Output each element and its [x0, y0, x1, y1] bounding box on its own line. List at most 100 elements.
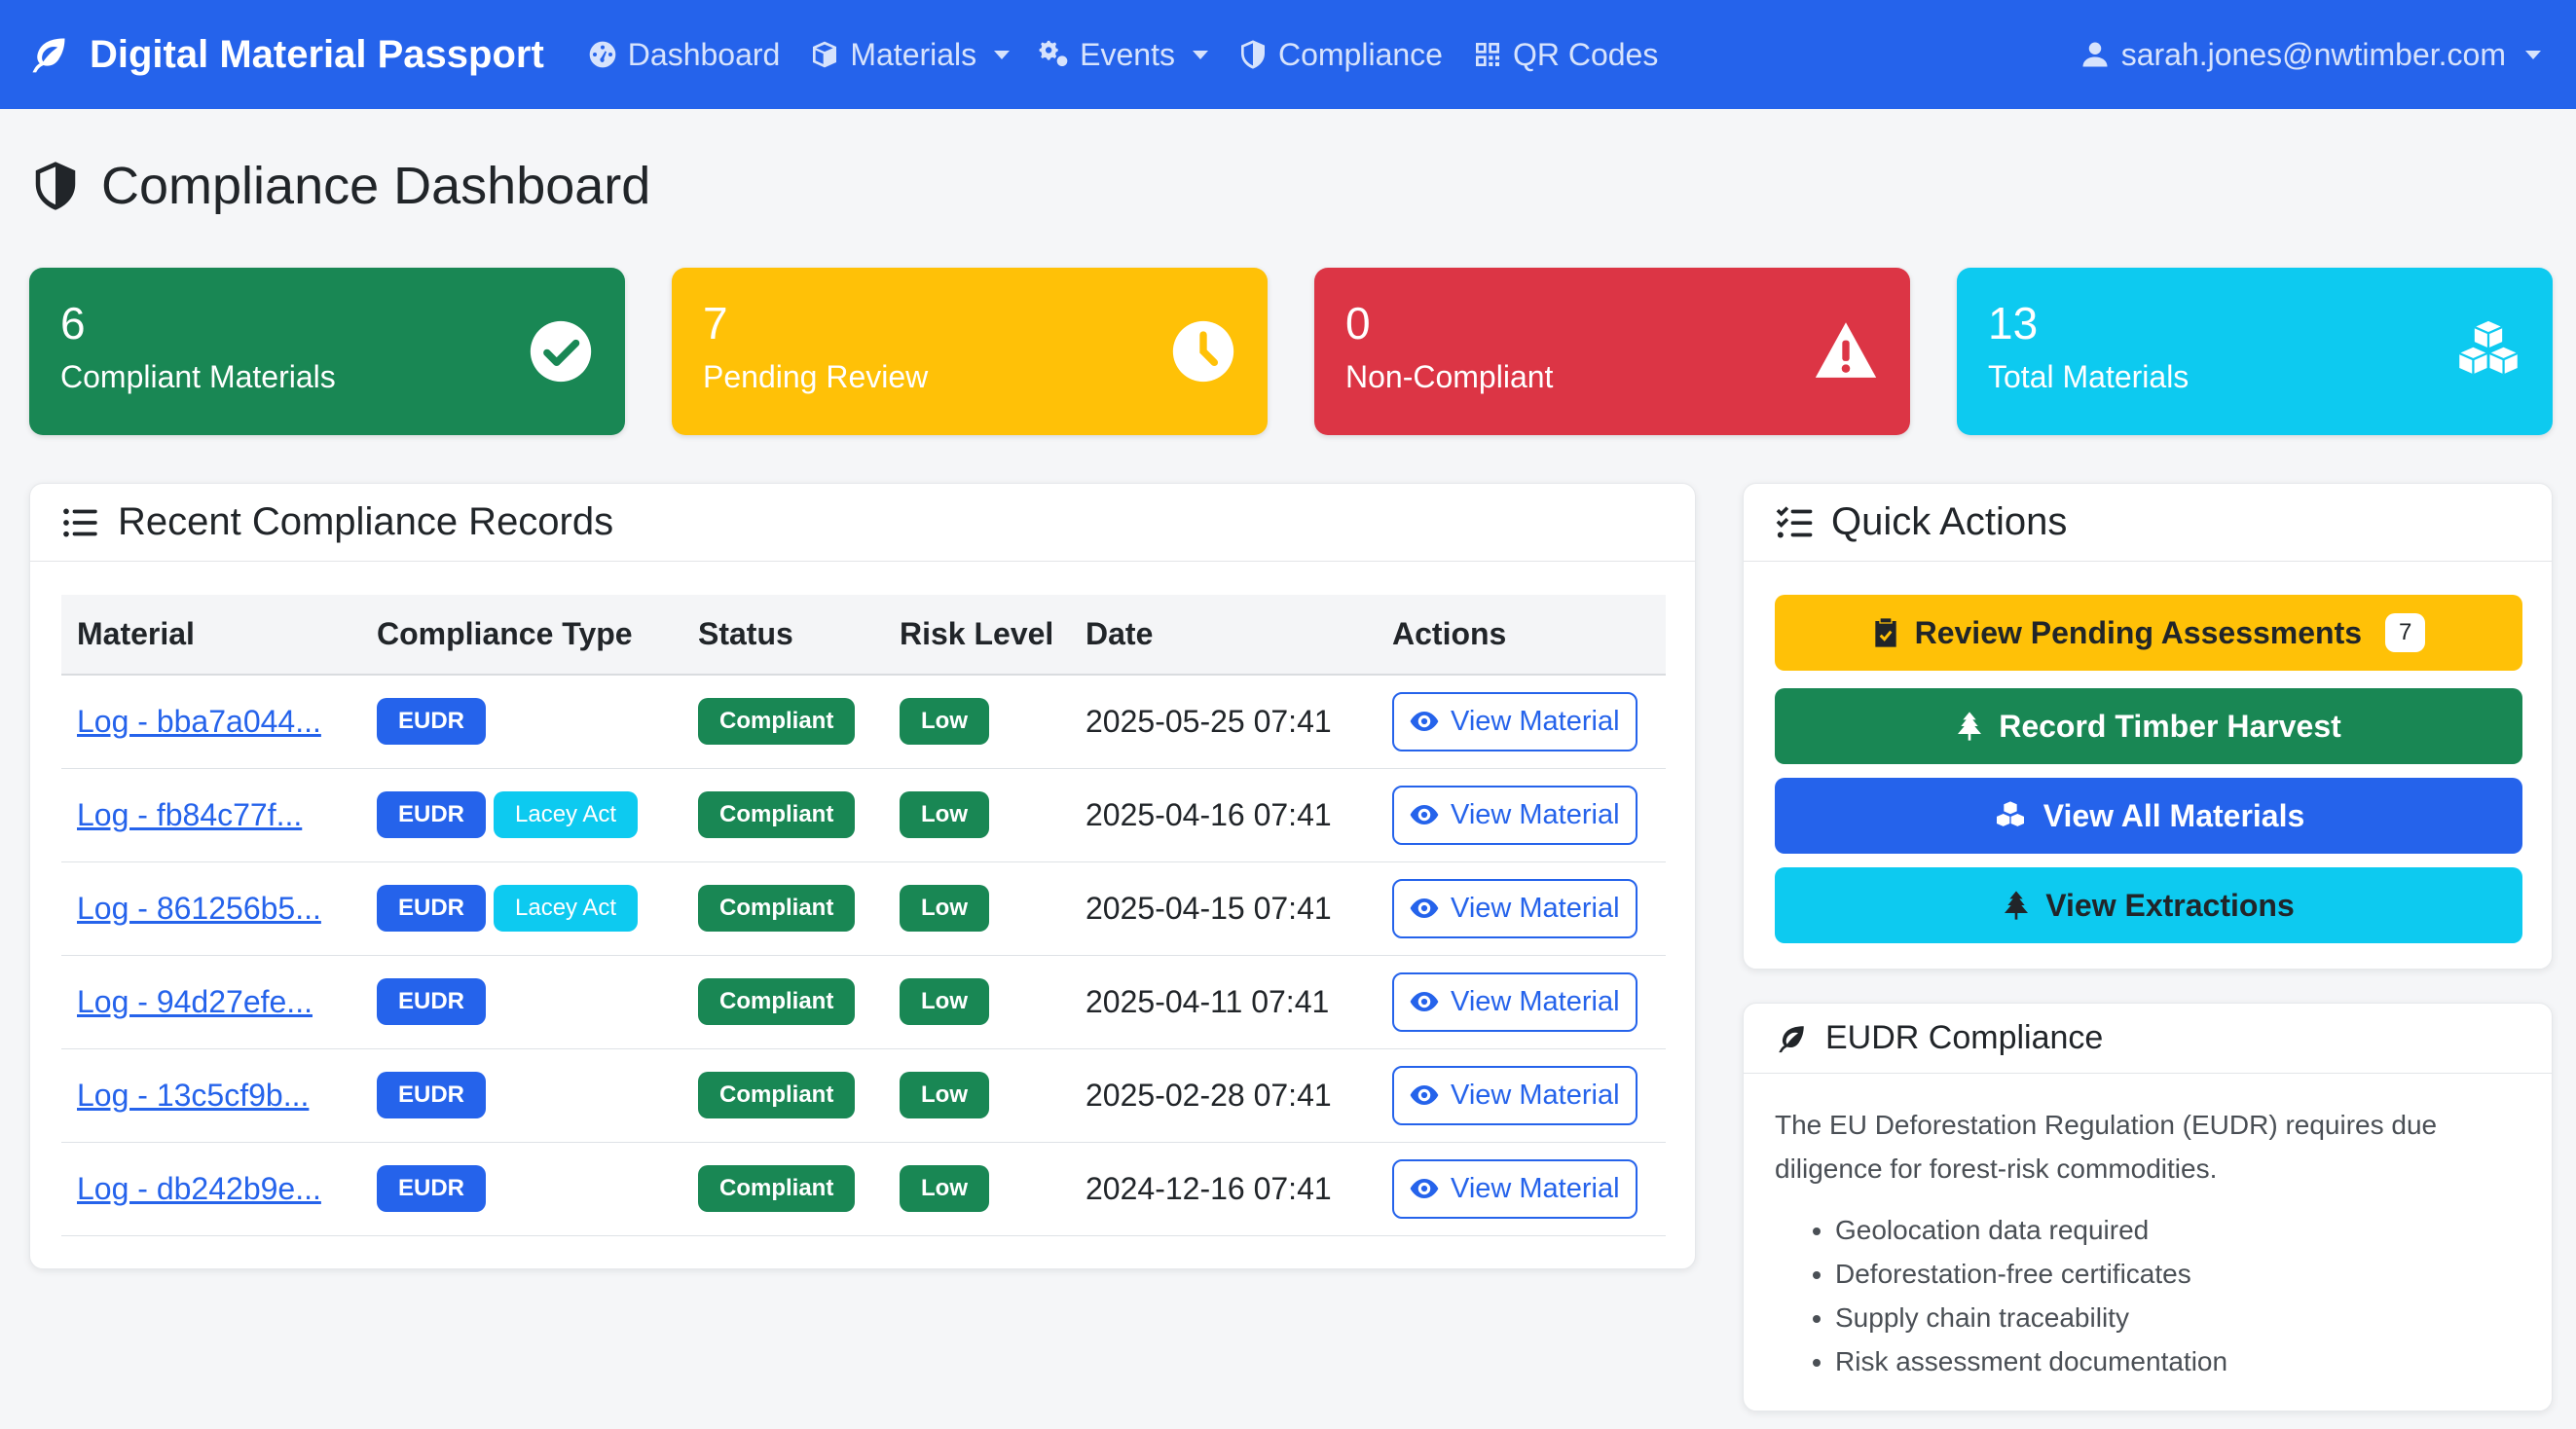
page-title: Compliance Dashboard [29, 156, 650, 216]
col-compliance-type: Compliance Type [361, 595, 682, 676]
view-material-button[interactable]: View Material [1392, 785, 1638, 845]
view-material-label: View Material [1451, 985, 1620, 1017]
status-badge: Compliant [698, 885, 856, 932]
view-material-button[interactable]: View Material [1392, 1065, 1638, 1125]
list-icon [63, 508, 97, 536]
material-link[interactable]: Log - fb84c77f... [77, 797, 302, 832]
eye-icon [1410, 1085, 1439, 1105]
list-item: Risk assessment documentation [1835, 1339, 2227, 1383]
nav-compliance[interactable]: Compliance [1237, 37, 1443, 73]
gauge-icon [589, 41, 616, 68]
card-title: EUDR Compliance [1825, 1019, 2104, 1056]
material-link[interactable]: Log - db242b9e... [77, 1171, 321, 1206]
view-material-button[interactable]: View Material [1392, 691, 1638, 751]
clock-icon [1172, 320, 1234, 383]
view-material-button[interactable]: View Material [1392, 971, 1638, 1032]
col-risk-level: Risk Level [884, 595, 1070, 676]
risk-badge: Low [900, 978, 989, 1025]
stat-value: 7 [703, 298, 728, 348]
table-row: Log - db242b9e... EUDR Compliant Low 202… [61, 1142, 1666, 1236]
material-link[interactable]: Log - bba7a044... [77, 704, 321, 739]
status-badge: Compliant [698, 1165, 856, 1212]
shield-icon [35, 162, 76, 210]
date-cell: 2025-04-15 07:41 [1070, 861, 1377, 956]
eye-icon [1410, 1179, 1439, 1198]
risk-badge: Low [900, 698, 989, 746]
table-row: Log - fb84c77f... EUDR Lacey Act Complian… [61, 768, 1666, 862]
view-material-label: View Material [1451, 892, 1620, 924]
chevron-down-icon [994, 50, 1011, 59]
table-header-row: Material Compliance Type Status Risk Lev… [61, 595, 1666, 676]
checklist-icon [1776, 505, 1813, 537]
view-material-label: View Material [1451, 798, 1620, 830]
card-header: Recent Compliance Records [30, 484, 1695, 562]
date-cell: 2025-02-28 07:41 [1070, 1048, 1377, 1143]
view-extractions-button[interactable]: View Extractions [1775, 867, 2522, 943]
nav-materials[interactable]: Materials [809, 36, 1011, 73]
date-cell: 2025-04-11 07:41 [1070, 955, 1377, 1049]
badge-lacey-act: Lacey Act [494, 791, 639, 838]
material-link[interactable]: Log - 94d27efe... [77, 984, 313, 1019]
nav-materials-label: Materials [850, 36, 977, 72]
qrcode-icon [1475, 43, 1499, 66]
risk-badge: Low [900, 791, 989, 838]
card-header: Quick Actions [1744, 484, 2552, 562]
view-material-label: View Material [1451, 1079, 1620, 1111]
chevron-down-icon [2525, 50, 2541, 59]
stat-non-compliant: 0 Non-Compliant [1314, 268, 1910, 435]
review-pending-button[interactable]: Review Pending Assessments 7 [1775, 595, 2522, 671]
chevron-down-icon [1192, 50, 1208, 59]
table-row: Log - bba7a044... EUDR Compliant Low 202… [61, 675, 1666, 769]
eye-icon [1410, 898, 1439, 918]
stat-label: Non-Compliant [1345, 359, 1554, 394]
list-item: Deforestation-free certificates [1835, 1252, 2227, 1296]
view-material-label: View Material [1451, 1172, 1620, 1204]
badge-lacey-act: Lacey Act [494, 885, 639, 932]
col-actions: Actions [1377, 595, 1666, 676]
check-circle-icon [530, 320, 592, 383]
records-table: Material Compliance Type Status Risk Lev… [61, 595, 1666, 1236]
shield-icon [1240, 40, 1265, 69]
user-email: sarah.jones@nwtimber.com [2120, 36, 2506, 72]
eye-icon [1410, 805, 1439, 824]
nav-dashboard[interactable]: Dashboard [587, 37, 780, 73]
view-material-button[interactable]: View Material [1392, 1158, 1638, 1219]
eye-icon [1410, 992, 1439, 1011]
nav-qr-codes[interactable]: QR Codes [1472, 37, 1658, 73]
view-all-materials-button[interactable]: View All Materials [1775, 778, 2522, 854]
risk-badge: Low [900, 885, 989, 932]
warning-icon [1815, 322, 1877, 378]
view-all-materials-label: View All Materials [2042, 797, 2305, 833]
nav-events[interactable]: Events [1039, 37, 1208, 73]
stat-value: 6 [60, 298, 86, 348]
stat-label: Total Materials [1988, 359, 2190, 394]
risk-badge: Low [900, 1072, 989, 1118]
col-material: Material [61, 595, 361, 676]
view-extractions-label: View Extractions [2045, 887, 2295, 923]
stat-label: Pending Review [703, 359, 929, 394]
record-timber-harvest-label: Record Timber Harvest [1999, 708, 2341, 744]
brand[interactable]: Digital Material Passport [27, 33, 544, 77]
badge-eudr: EUDR [377, 791, 487, 838]
nav-compliance-label: Compliance [1277, 36, 1443, 72]
view-material-button[interactable]: View Material [1392, 878, 1638, 938]
status-badge: Compliant [698, 978, 856, 1025]
eye-icon [1410, 712, 1439, 732]
user-menu[interactable]: sarah.jones@nwtimber.com [2080, 0, 2541, 109]
record-timber-harvest-button[interactable]: Record Timber Harvest [1775, 688, 2522, 764]
list-item: Supply chain traceability [1835, 1296, 2227, 1339]
material-link[interactable]: Log - 861256b5... [77, 891, 321, 926]
review-pending-label: Review Pending Assessments [1914, 614, 2363, 650]
list-item: Geolocation data required [1835, 1208, 2227, 1252]
col-date: Date [1070, 595, 1377, 676]
cube-icon [813, 41, 837, 68]
top-navbar: Digital Material Passport Dashboard Mate… [0, 0, 2576, 109]
user-icon [2082, 42, 2108, 67]
stat-value: 0 [1345, 298, 1371, 348]
table-row: Log - 94d27efe... EUDR Compliant Low 202… [61, 955, 1666, 1049]
gears-icon [1039, 40, 1068, 66]
eudr-requirements-list: Geolocation data required Deforestation-… [1835, 1208, 2227, 1383]
material-link[interactable]: Log - 13c5cf9b... [77, 1078, 309, 1113]
brand-name: Digital Material Passport [90, 32, 544, 76]
date-cell: 2025-04-16 07:41 [1070, 768, 1377, 862]
